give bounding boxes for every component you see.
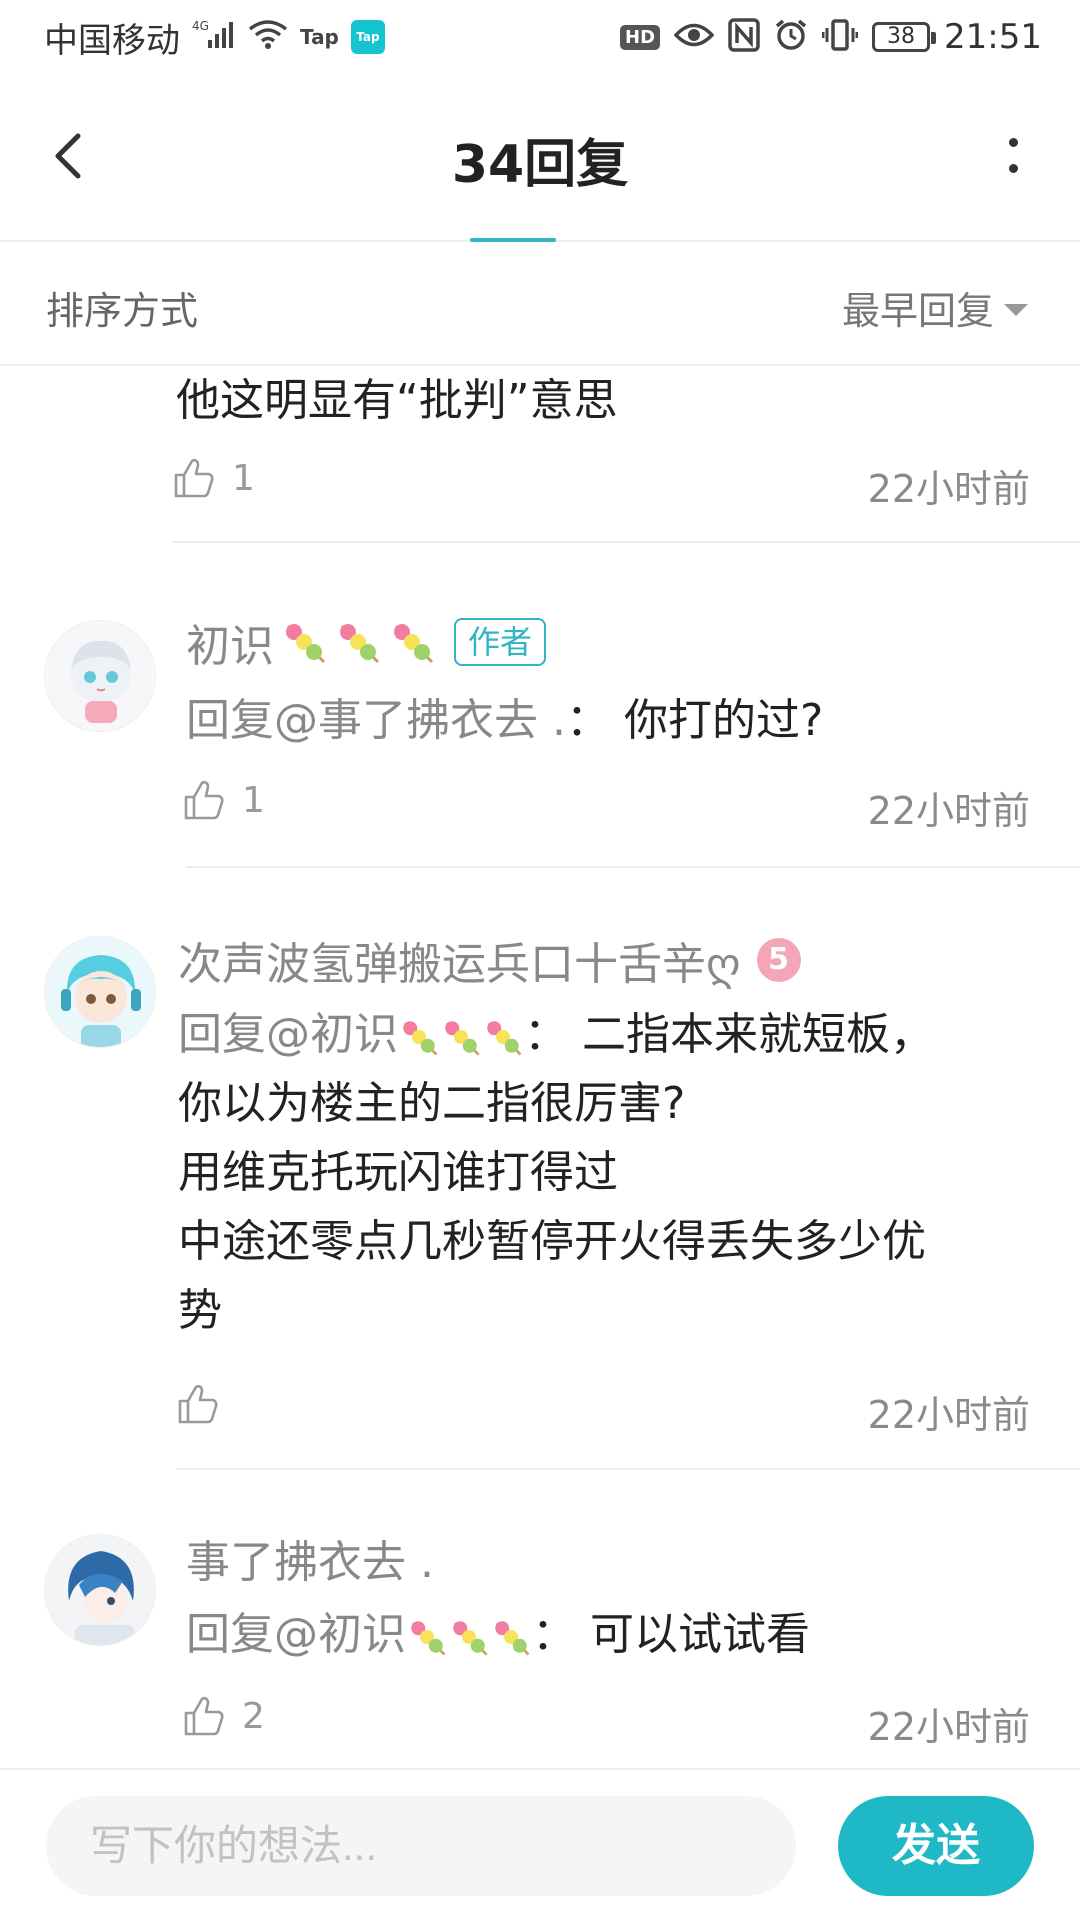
avatar-image (45, 1535, 155, 1645)
wifi-icon (248, 19, 288, 55)
alarm-icon (774, 18, 808, 56)
more-icon (1009, 138, 1018, 147)
like-button[interactable]: 1 (182, 778, 265, 822)
comment-text: 回复@初识 ： 可以试试看 (186, 1600, 810, 1669)
dango-emoji (406, 1616, 448, 1658)
comment-time: 22小时前 (867, 1705, 1030, 1749)
level-badge: 5 (756, 938, 801, 982)
comment-line: 势 (178, 1285, 222, 1336)
more-button[interactable] (998, 124, 1028, 188)
comment-line: 中途还零点几秒暂停开火得丢失多少优 (178, 1216, 926, 1267)
sort-bar: 排序方式 最早回复 (0, 242, 1080, 366)
more-icon-dot (1009, 164, 1018, 173)
sort-value: 最早回复 (841, 289, 994, 333)
username-text: 次声波氢弹搬运兵口十舌辛ღ (178, 939, 741, 990)
divider (186, 866, 1080, 868)
battery-icon: 38 (872, 22, 937, 52)
reply-mention[interactable]: 回复@事了拂衣去 . (186, 695, 566, 746)
like-icon (182, 1694, 226, 1738)
taptap-app-icon: Tap (350, 20, 385, 54)
like-button[interactable]: 1 (172, 456, 255, 500)
reply-input[interactable]: 写下你的想法... (46, 1796, 796, 1896)
divider (172, 541, 1080, 543)
send-button[interactable]: 发送 (838, 1796, 1034, 1896)
like-count: 2 (242, 1695, 265, 1737)
like-count: 1 (232, 457, 255, 499)
chevron-down-icon (1004, 303, 1028, 316)
avatar[interactable] (44, 620, 156, 732)
author-badge: 作者 (454, 618, 547, 666)
carrier-label: 中国移动 (44, 20, 180, 61)
dango-emoji (440, 1016, 482, 1058)
sort-dropdown[interactable]: 最早回复 (842, 280, 1028, 335)
dango-emoji (280, 618, 328, 666)
svg-text:4G: 4G (192, 19, 209, 33)
status-bar: 中国移动 4G Tap Tap HD 38 21:51 (0, 0, 1080, 74)
dango-emoji (334, 618, 382, 666)
comment-username[interactable]: 事了拂衣去 . (186, 1526, 434, 1590)
comment-time: 22小时前 (867, 789, 1030, 833)
dango-emoji (388, 618, 436, 666)
comment-username[interactable]: 初识 作者 (186, 610, 547, 674)
like-icon (172, 456, 216, 500)
tap-label: Tap (300, 25, 339, 49)
like-button[interactable] (176, 1382, 236, 1426)
comment-time: 22小时前 (867, 467, 1030, 511)
top-nav-bar: 34回复 (0, 74, 1080, 242)
divider (176, 1468, 1080, 1470)
reply-mention[interactable]: 回复@初识 (178, 1009, 398, 1060)
comment-body: ： 你打的过? (565, 695, 824, 746)
avatar[interactable] (44, 936, 156, 1048)
avatar-image (45, 937, 155, 1047)
like-icon (176, 1382, 220, 1426)
comment-line: 用维克托玩闪谁打得过 (178, 1147, 618, 1198)
comment-username[interactable]: 次声波氢弹搬运兵口十舌辛ღ 5 (178, 928, 801, 992)
like-icon (182, 778, 226, 822)
dango-emoji (490, 1616, 532, 1658)
comment-text: 回复@事了拂衣去 .： 你打的过? (186, 686, 823, 755)
comment-text: 回复@初识： 二指本来就短板， 你以为楼主的二指很厉害? 用维克托玩闪谁打得过 … (178, 1000, 934, 1345)
username-text: 初识 (186, 621, 274, 672)
dango-emoji (398, 1016, 440, 1058)
page-title: 34回复 (451, 135, 629, 195)
nfc-icon (728, 18, 760, 56)
eye-icon (673, 20, 715, 54)
avatar-image (45, 621, 155, 731)
comment-time: 22小时前 (867, 1393, 1030, 1437)
comment-body: ： 可以试试看 (532, 1609, 810, 1660)
sort-label: 排序方式 (46, 289, 199, 333)
comment-line: 你以为楼主的二指很厉害? (178, 1078, 686, 1129)
vibrate-icon (821, 18, 859, 56)
like-button[interactable]: 2 (182, 1694, 265, 1738)
comment-line: ： 二指本来就短板， (524, 1009, 934, 1060)
avatar[interactable] (44, 1534, 156, 1646)
reply-mention[interactable]: 回复@初识 (186, 1609, 406, 1660)
clock: 21:51 (944, 17, 1042, 57)
comment-text: 他这明显有“批判”意思 (176, 375, 618, 426)
signal-icon: 4G (192, 18, 236, 56)
dango-emoji (482, 1016, 524, 1058)
username-text: 事了拂衣去 . (186, 1537, 434, 1588)
hd-icon: HD (620, 24, 661, 50)
dango-emoji (448, 1616, 490, 1658)
reply-input-bar: 写下你的想法... 发送 (0, 1768, 1080, 1920)
like-count: 1 (242, 779, 265, 821)
